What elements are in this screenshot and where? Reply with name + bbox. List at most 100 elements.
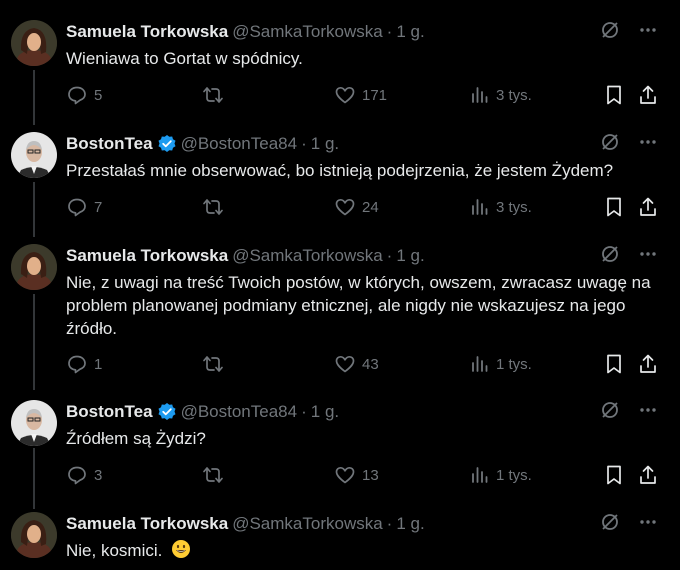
retweet-icon [202, 196, 224, 218]
like-icon [334, 84, 356, 106]
avatar-samuela[interactable] [11, 20, 57, 66]
views-icon [470, 85, 490, 105]
bookmark-button[interactable] [604, 463, 624, 487]
retweet-icon [202, 84, 224, 106]
like-icon [334, 353, 356, 375]
like-button[interactable]: 24 [334, 195, 379, 219]
like-icon [334, 196, 356, 218]
bookmark-button[interactable] [604, 83, 624, 107]
more-icon[interactable] [638, 400, 658, 425]
reply-count: 1 [94, 355, 103, 373]
tweet-text: Przestałaś mnie obserwować, bo istnieją … [66, 161, 614, 180]
author-handle[interactable]: @SamkaTorkowska [232, 22, 382, 42]
timestamp[interactable]: 1 g. [396, 514, 424, 534]
reply-icon [66, 353, 88, 375]
tweet[interactable]: BostonTea @BostonTea84 · 1 g. Przestałaś… [0, 132, 680, 232]
like-button[interactable]: 171 [334, 83, 387, 107]
tweet[interactable]: Samuela Torkowska @SamkaTorkowska · 1 g.… [0, 20, 680, 120]
views-button[interactable]: 1 tys. [470, 352, 532, 376]
like-button[interactable]: 13 [334, 463, 379, 487]
tweet-text-wrapper: Nie, kosmici. [66, 539, 656, 562]
avatar-samuela[interactable] [11, 244, 57, 290]
share-button[interactable] [638, 83, 658, 107]
bookmark-button[interactable] [604, 352, 624, 376]
author-handle[interactable]: @SamkaTorkowska [232, 246, 382, 266]
author-name[interactable]: Samuela Torkowska [66, 22, 228, 42]
avatar-bostontea[interactable] [11, 400, 57, 446]
share-button[interactable] [638, 463, 658, 487]
share-icon [638, 196, 658, 218]
grinning-face-emoji-icon [171, 539, 191, 559]
reply-button[interactable]: 5 [66, 83, 102, 107]
views-button[interactable]: 1 tys. [470, 463, 532, 487]
like-icon [334, 464, 356, 486]
share-button[interactable] [638, 352, 658, 376]
author-name[interactable]: Samuela Torkowska [66, 246, 228, 266]
like-count: 13 [362, 466, 379, 484]
tweet[interactable]: Samuela Torkowska @SamkaTorkowska · 1 g.… [0, 512, 680, 570]
reply-button[interactable]: 7 [66, 195, 102, 219]
reply-count: 5 [94, 86, 103, 104]
more-icon[interactable] [638, 132, 658, 157]
share-icon [638, 353, 658, 375]
tweet-text: Wieniawa to Gortat w spódnicy. [66, 49, 303, 68]
tweet-text: Nie, kosmici. [66, 541, 163, 560]
retweet-button[interactable] [202, 83, 230, 107]
timestamp[interactable]: 1 g. [311, 134, 339, 154]
views-icon [470, 354, 490, 374]
separator-dot: · [386, 246, 393, 265]
views-button[interactable]: 3 tys. [470, 83, 532, 107]
tweet-text: Źródłem są Żydzi? [66, 429, 206, 448]
reply-count: 3 [94, 466, 103, 484]
more-icon[interactable] [638, 512, 658, 537]
retweet-icon [202, 353, 224, 375]
separator-dot: · [386, 514, 393, 533]
like-button[interactable]: 43 [334, 352, 379, 376]
views-count: 1 tys. [496, 466, 532, 484]
timestamp[interactable]: 1 g. [311, 402, 339, 422]
like-count: 171 [362, 86, 388, 104]
grok-icon[interactable] [600, 244, 620, 269]
grok-icon[interactable] [600, 20, 620, 45]
like-count: 24 [362, 198, 379, 216]
author-handle[interactable]: @SamkaTorkowska [232, 514, 382, 534]
reply-button[interactable]: 3 [66, 463, 102, 487]
bookmark-icon [604, 84, 624, 106]
views-count: 1 tys. [496, 355, 532, 373]
reply-count: 7 [94, 198, 103, 216]
timestamp[interactable]: 1 g. [396, 22, 424, 42]
reply-icon [66, 84, 88, 106]
more-icon[interactable] [638, 244, 658, 269]
avatar-samuela[interactable] [11, 512, 57, 558]
share-icon [638, 84, 658, 106]
views-button[interactable]: 3 tys. [470, 195, 532, 219]
author-name[interactable]: BostonTea [66, 134, 153, 154]
views-count: 3 tys. [496, 198, 532, 216]
author-handle[interactable]: @BostonTea84 [181, 134, 298, 154]
tweet[interactable]: BostonTea @BostonTea84 · 1 g. Źródłem są… [0, 400, 680, 500]
share-button[interactable] [638, 195, 658, 219]
tweet[interactable]: Samuela Torkowska @SamkaTorkowska · 1 g.… [0, 244, 680, 384]
reply-icon [66, 464, 88, 486]
share-icon [638, 464, 658, 486]
author-handle[interactable]: @BostonTea84 [181, 402, 298, 422]
retweet-button[interactable] [202, 463, 230, 487]
timestamp[interactable]: 1 g. [396, 246, 424, 266]
retweet-button[interactable] [202, 195, 230, 219]
author-name[interactable]: BostonTea [66, 402, 153, 422]
grok-icon[interactable] [600, 512, 620, 537]
conversation-thread: Samuela Torkowska @SamkaTorkowska · 1 g.… [0, 0, 680, 570]
avatar-bostontea[interactable] [11, 132, 57, 178]
reply-button[interactable]: 1 [66, 352, 102, 376]
views-icon [470, 197, 490, 217]
like-count: 43 [362, 355, 379, 373]
retweet-icon [202, 464, 224, 486]
retweet-button[interactable] [202, 352, 230, 376]
verified-badge-icon [157, 134, 177, 154]
grok-icon[interactable] [600, 132, 620, 157]
bookmark-button[interactable] [604, 195, 624, 219]
separator-dot: · [301, 134, 307, 153]
grok-icon[interactable] [600, 400, 620, 425]
more-icon[interactable] [638, 20, 658, 45]
author-name[interactable]: Samuela Torkowska [66, 514, 228, 534]
